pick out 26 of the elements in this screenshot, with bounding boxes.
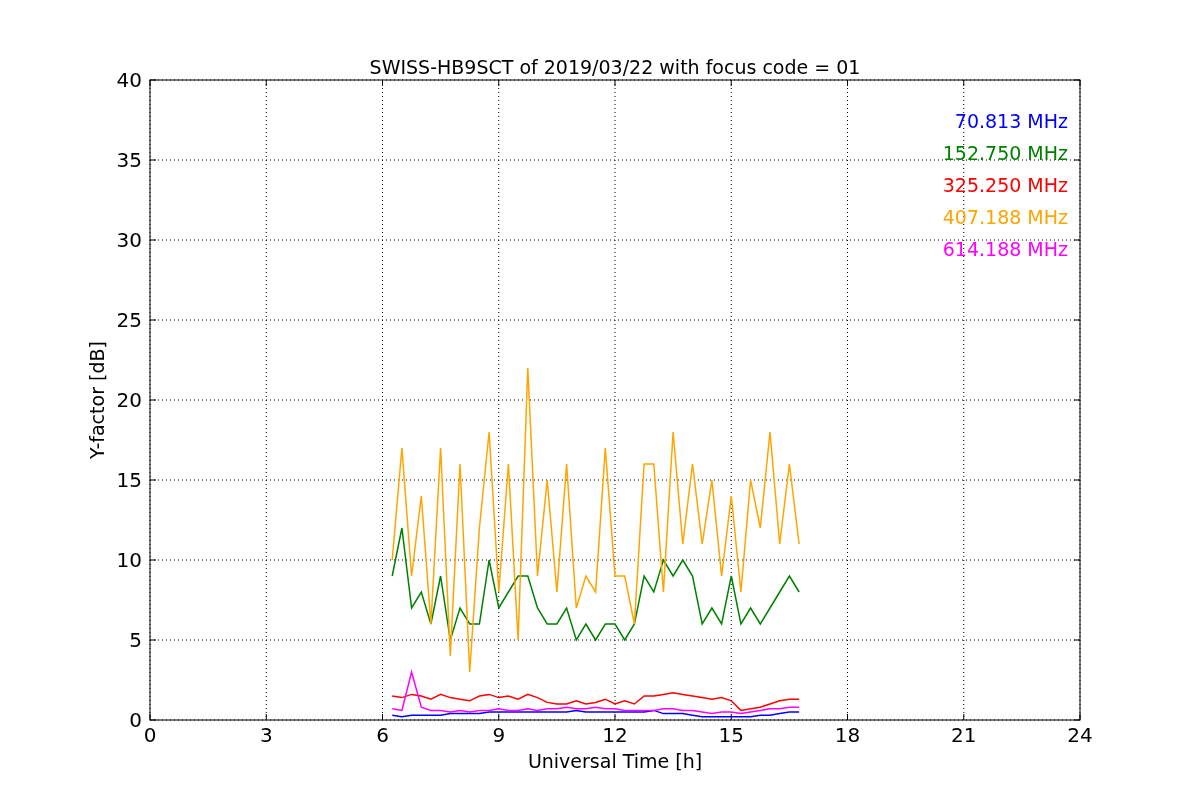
x-tick-label: 15 (718, 723, 744, 747)
x-tick-label: 21 (951, 723, 977, 747)
x-axis-label: Universal Time [h] (527, 750, 703, 772)
y-tick-label: 25 (116, 308, 142, 332)
legend-label: 325.250 MHz (942, 174, 1068, 196)
x-tick-label: 18 (834, 723, 861, 747)
legend-label: 407.188 MHz (942, 206, 1068, 228)
y-axis-label: Y-factor [dB] (86, 341, 108, 459)
y-tick-label: 15 (116, 468, 142, 492)
x-tick-label: 3 (259, 723, 273, 747)
y-tick-label: 10 (116, 548, 142, 572)
y-tick-label: 30 (116, 228, 142, 252)
legend-label: 152.750 MHz (942, 142, 1068, 164)
chart-title: SWISS-HB9SCT of 2019/03/22 with focus code = 01 (369, 56, 861, 78)
x-tick-label: 12 (602, 723, 628, 747)
x-tick-label: 6 (376, 723, 389, 747)
x-tick-label: 0 (143, 723, 157, 747)
x-tick-label: 9 (492, 723, 506, 747)
y-tick-label: 35 (116, 148, 142, 172)
y-tick-label: 40 (116, 68, 142, 92)
y-tick-label: 0 (129, 708, 142, 732)
y-tick-label: 5 (129, 628, 142, 652)
x-tick-label: 24 (1067, 723, 1093, 747)
y-tick-label: 20 (116, 388, 142, 412)
legend-label: 70.813 MHz (954, 110, 1068, 132)
legend-label: 614.188 MHz (942, 238, 1068, 260)
